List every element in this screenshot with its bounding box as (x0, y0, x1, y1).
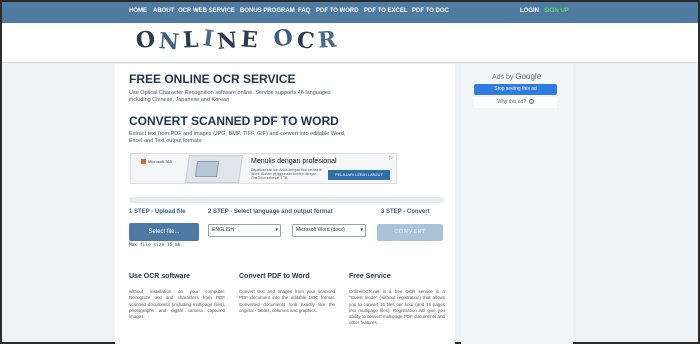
service-description: Use Optical Character Recognition softwa… (129, 90, 331, 103)
column-text-free-service: OnlineOCR.net is a free OCR service in a… (349, 289, 445, 326)
language-value: ENGLISH (212, 227, 234, 233)
nav-login[interactable]: LOGIN (520, 8, 539, 14)
nav-faq[interactable]: FAQ (298, 8, 310, 14)
top-navigation: HOME ABOUT OCR WEB SERVICE BONUS PROGRAM… (2, 2, 698, 23)
ad-learn-more-button[interactable]: PELAJARI LEBIH LANJUT (328, 170, 390, 180)
nav-ocr-web-service[interactable]: OCR WEB SERVICE (178, 8, 235, 14)
step-1-label: 1 STEP - Upload file (129, 209, 186, 215)
chevron-down-icon: ▾ (275, 227, 278, 233)
google-logo: Google (515, 72, 542, 81)
logo-letter: E (240, 26, 263, 54)
nav-pdf-to-doc[interactable]: PDF TO DOC (412, 8, 449, 14)
column-title-ocr-software: Use OCR software (129, 273, 191, 280)
logo-letter: C (295, 26, 320, 56)
convert-description: Extract text from PDF and images (JPG, B… (129, 131, 346, 144)
logo-letter: O (134, 25, 161, 55)
microsoft-logo: Microsoft 365 (141, 159, 173, 165)
logo-letter: N (216, 26, 243, 55)
output-format-value: Microsoft Word (docx) (296, 227, 345, 233)
ads-by-google-label: Ads by Google (492, 72, 541, 81)
column-text-ocr-software: without installation on your computer. R… (129, 289, 225, 320)
convert-title: CONVERT SCANNED PDF TO WORD (129, 114, 339, 128)
logo-letter: L (182, 26, 204, 54)
convert-button[interactable]: CONVERT (377, 224, 443, 241)
logo-bar: ONLINE OCR (2, 23, 698, 63)
section-divider (129, 197, 444, 203)
chevron-down-icon: ▾ (360, 227, 363, 233)
language-select[interactable]: ENGLISH ▾ (208, 224, 281, 237)
stop-seeing-ad-button[interactable]: Stop seeing this ad (474, 84, 557, 95)
ad-close-icon[interactable]: ▷ (388, 155, 394, 161)
info-icon: i (528, 99, 534, 105)
site-logo[interactable]: ONLINE OCR (134, 23, 342, 57)
ad-image (185, 155, 243, 183)
ad-title: Menulis dengan profesional (251, 158, 337, 165)
column-title-free-service: Free Service (349, 273, 391, 280)
nav-bonus-program[interactable]: BONUS PROGRAM (240, 8, 295, 14)
why-this-ad-button[interactable]: Why this ad? i (474, 97, 557, 108)
logo-letter: N (157, 27, 185, 56)
ad-text: Dapatkan sisi lain Anda dengan fitur cer… (251, 168, 323, 180)
ad-banner[interactable]: Microsoft 365 Menulis dengan profesional… (130, 153, 397, 184)
nav-about[interactable]: ABOUT (153, 8, 174, 14)
ad-brand: Microsoft 365 (148, 159, 173, 164)
step-2-label: 2 STEP - Select language and output form… (208, 209, 333, 215)
ads-by-text: Ads by (492, 74, 514, 81)
service-title: FREE ONLINE OCR SERVICE (129, 72, 296, 86)
nav-signup[interactable]: SIGN UP (544, 8, 569, 14)
column-title-convert-pdf: Convert PDF to Word (239, 273, 310, 280)
nav-home[interactable]: HOME (129, 8, 147, 14)
logo-letter: R (317, 26, 342, 54)
select-file-button[interactable]: Select file... (129, 223, 199, 241)
column-text-convert-pdf: Convert text and Images from your scanne… (239, 289, 335, 313)
step-3-label: 3 STEP - Convert (381, 209, 430, 215)
why-this-ad-label: Why this ad? (497, 99, 527, 105)
nav-pdf-to-word[interactable]: PDF TO WORD (316, 8, 359, 14)
max-file-size-note: Max file size 15 mb. (129, 243, 184, 248)
output-format-select[interactable]: Microsoft Word (docx) ▾ (292, 224, 366, 237)
nav-pdf-to-excel[interactable]: PDF TO EXCEL (364, 8, 408, 14)
logo-letter: O (271, 23, 299, 53)
